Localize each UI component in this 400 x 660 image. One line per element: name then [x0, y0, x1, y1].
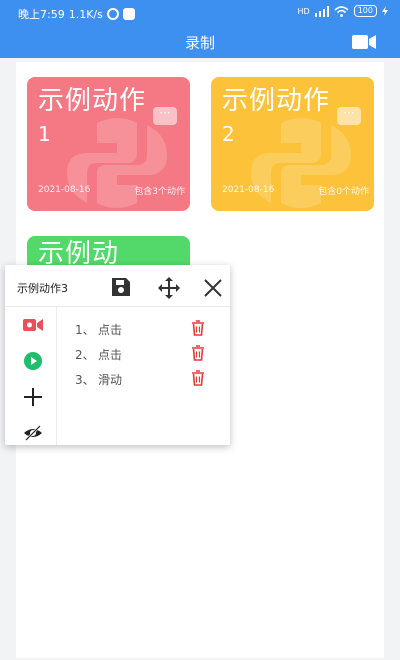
wifi-icon [334, 5, 349, 17]
status-time: 晚上7:59 [18, 8, 65, 21]
delete-icon[interactable] [191, 320, 205, 336]
step-number: 2、 [75, 348, 95, 362]
add-icon[interactable] [23, 387, 43, 407]
step-label: 滑动 [98, 373, 123, 387]
save-icon[interactable] [111, 277, 131, 297]
more-options-button[interactable]: ··· [153, 107, 177, 125]
battery-icon: 100 [353, 5, 377, 17]
delete-icon[interactable] [191, 345, 205, 361]
card-date: 2021-08-16 [38, 185, 91, 195]
delete-icon[interactable] [191, 370, 205, 386]
page-title: 录制 [184, 34, 215, 52]
close-icon[interactable] [203, 278, 223, 298]
signal-icon [314, 5, 329, 17]
card-date: 2021-08-16 [222, 185, 275, 195]
eye-hide-icon[interactable] [23, 423, 43, 443]
panel-toolbar [5, 307, 57, 445]
step-label: 点击 [98, 323, 123, 337]
step-number: 3、 [75, 373, 95, 387]
action-card[interactable]: 示例动作1 ··· 2021-08-16 包含3个动作 [27, 77, 190, 211]
card-action-count: 包含3个动作 [134, 187, 185, 197]
step-number: 1、 [75, 323, 95, 337]
panel-header: 示例动作3 [5, 265, 230, 307]
status-bar: 晚上7:59 1.1K/s HD 100 [0, 0, 400, 24]
step-label: 点击 [98, 348, 123, 362]
video-camera-icon[interactable] [352, 34, 376, 50]
status-speed: 1.1K/s [68, 7, 103, 21]
step-list: 1、 点击 2、 点击 3、 滑动 [57, 307, 230, 445]
card-title: 示例动作1 [38, 86, 147, 146]
panel-title: 示例动作3 [17, 282, 68, 295]
card-title: 示例动作2 [222, 86, 331, 146]
list-item[interactable]: 3、 滑动 [57, 369, 230, 391]
app-header: 晚上7:59 1.1K/s HD 100 录制 [0, 0, 400, 58]
notification-icon [122, 8, 135, 20]
card-action-count: 包含0个动作 [318, 187, 369, 197]
record-icon[interactable] [23, 315, 43, 335]
list-item[interactable]: 2、 点击 [57, 344, 230, 366]
play-icon[interactable] [23, 351, 43, 371]
charging-icon [382, 6, 388, 16]
alarm-icon [106, 8, 119, 20]
list-item[interactable]: 1、 点击 [57, 319, 230, 341]
move-icon[interactable] [157, 276, 181, 300]
floating-action-panel[interactable]: 示例动作3 1、 点击 2、 点击 3、 滑动 [5, 265, 230, 445]
action-card[interactable]: 示例动作2 ··· 2021-08-16 包含0个动作 [211, 77, 374, 211]
more-options-button[interactable]: ··· [337, 107, 361, 125]
network-label: HD [297, 6, 310, 16]
